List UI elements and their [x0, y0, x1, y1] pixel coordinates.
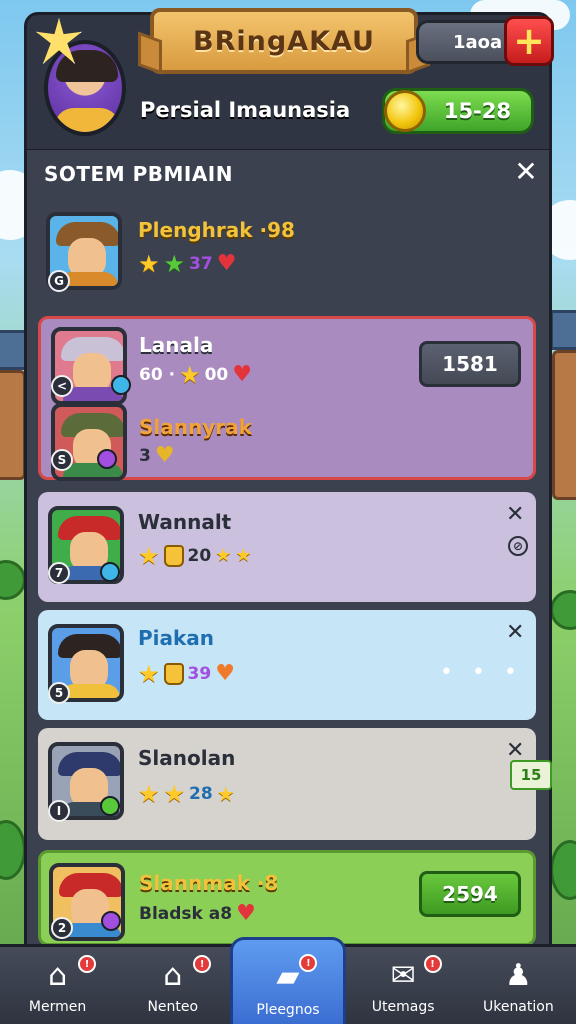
level-label: 1aoa — [453, 31, 503, 53]
stat-value: 39 — [187, 664, 212, 684]
star-icon: ★ — [179, 361, 201, 389]
character-card-selected[interactable]: < Lanala 60 · ★ 00 ♥ 1581 S Slannyrak 3 … — [38, 316, 536, 481]
rank-badge: S — [51, 449, 73, 471]
info-icon[interactable]: ⊘ — [508, 536, 528, 556]
star-icon: ★ — [138, 660, 160, 688]
notification-badge: ! — [423, 955, 442, 973]
star-icon: ★ — [138, 542, 160, 570]
gem-icon — [101, 911, 121, 931]
character-name: Slanolan — [138, 746, 236, 770]
heart-icon: ♥ — [232, 362, 252, 387]
add-currency-button[interactable]: + — [504, 16, 554, 66]
score-box[interactable]: 1581 — [419, 341, 521, 387]
mail-icon: ✉ — [390, 958, 416, 993]
rank-badge: I — [48, 800, 70, 822]
rank-badge: G — [48, 270, 70, 292]
player-avatar[interactable] — [44, 40, 126, 136]
coin-icon — [384, 90, 426, 132]
nav-label: Ukenation — [482, 999, 554, 1015]
character-name: Slannmak ·8 — [139, 871, 279, 895]
character-stats: 60 · ★ 00 ♥ — [139, 363, 252, 387]
star-icon: ★ — [163, 250, 186, 278]
notification-badge: ! — [193, 955, 212, 973]
character-card[interactable]: 7 Wannalt ★ 20 ★ ★ ✕ ⊘ — [38, 492, 536, 602]
stat-prefix: 60 · — [139, 365, 176, 385]
character-card[interactable]: G Plenghrak ·98 ★ ★ 37 ♥ — [38, 200, 536, 304]
character-name: Plenghrak ·98 — [138, 218, 295, 242]
character-name: Lanala — [139, 333, 214, 357]
gem-icon — [97, 449, 117, 469]
stat-value: 28 — [189, 784, 213, 804]
profile-icon: ♟ — [504, 958, 532, 993]
character-name: Wannalt — [138, 510, 232, 534]
character-card[interactable]: 2 Slannmak ·8 Bladsk a8 ♥ 2594 — [38, 850, 536, 946]
rank-badge: 7 — [48, 562, 70, 584]
star-icon: ★ — [216, 782, 235, 806]
nav-shop[interactable]: ⌂ ! Nenteo — [115, 947, 230, 1024]
character-stats: ★ 39 ♥ — [138, 662, 235, 686]
star-icon: ★ — [138, 780, 160, 808]
gem-icon — [111, 375, 131, 395]
character-stats: Bladsk a8 ♥ — [139, 903, 256, 925]
notification-badge: ! — [299, 954, 318, 972]
gem-icon — [100, 796, 120, 816]
character-name: Slannyrak — [139, 415, 252, 439]
remove-icon[interactable]: ✕ — [506, 504, 524, 526]
heart-icon: ♥ — [236, 901, 256, 926]
nav-mail[interactable]: ✉ ! Utemags — [346, 947, 461, 1024]
stat-value: 00 — [204, 365, 229, 385]
more-options-icon[interactable]: • • • — [440, 660, 523, 685]
heart-icon: ♥ — [154, 443, 175, 468]
player-name: Persial Imaunasia — [140, 98, 351, 122]
game-title-banner: BRingAKAU — [138, 8, 430, 75]
heart-icon: ♥ — [216, 251, 237, 276]
remove-icon[interactable]: ✕ — [506, 740, 524, 762]
star-icon: ★ — [235, 545, 252, 566]
remove-icon[interactable]: ✕ — [506, 622, 524, 644]
character-name: Piakan — [138, 626, 215, 650]
rank-badge: 5 — [48, 682, 70, 704]
nav-label: Utemags — [371, 999, 435, 1015]
game-title: BRingAKAU — [193, 25, 375, 57]
nav-profile[interactable]: ♟ Ukenation — [461, 947, 576, 1024]
heart-icon: ♥ — [215, 661, 235, 686]
stat-value: 37 — [189, 254, 213, 274]
stat-value: 3 — [139, 446, 151, 466]
plus-icon: + — [513, 19, 545, 63]
score-box[interactable]: 2594 — [419, 871, 521, 917]
character-stats: ★ ★ 37 ♥ — [138, 252, 236, 276]
coin-amount: 15-28 — [443, 99, 511, 123]
rank-badge: < — [51, 375, 73, 397]
bottom-navigation: ⌂ ! Mermen ⌂ ! Nenteo ▰ ! Pleegnos ✉ ! U… — [0, 937, 576, 1024]
bag-icon — [163, 545, 184, 567]
nav-cards-active[interactable]: ▰ ! Pleegnos — [230, 937, 346, 1024]
bag-icon — [163, 663, 184, 685]
nav-label: Mermen — [28, 999, 87, 1015]
rank-badge: 2 — [51, 917, 73, 939]
nav-label: Nenteo — [147, 999, 199, 1015]
character-stats: ★ 20 ★ ★ — [138, 544, 251, 568]
gem-icon — [100, 562, 120, 582]
shop-icon: ⌂ — [163, 958, 183, 993]
close-icon[interactable]: ✕ — [512, 158, 540, 186]
star-icon: ★ — [163, 780, 186, 808]
character-stats: 3 ♥ — [139, 445, 175, 467]
star-icon: ★ — [215, 545, 232, 566]
nav-label: Pleegnos — [256, 1002, 320, 1018]
star-icon: ★ — [138, 250, 160, 278]
character-card[interactable]: I Slanolan ★ ★ 28 ★ ✕ — [38, 728, 536, 840]
notification-badge: ! — [78, 955, 96, 973]
stat-value: 20 — [187, 546, 212, 566]
cash-tag: 15 — [510, 760, 552, 790]
character-card[interactable]: 5 Piakan ★ 39 ♥ ✕ • • • — [38, 610, 536, 720]
panel-title: SOTEM PBMIAIN — [44, 162, 233, 186]
home-icon: ⌂ — [48, 958, 68, 993]
nav-home[interactable]: ⌂ ! Mermen — [0, 947, 115, 1024]
character-stats: ★ ★ 28 ★ — [138, 782, 235, 806]
stat-value: Bladsk a8 — [139, 904, 233, 924]
